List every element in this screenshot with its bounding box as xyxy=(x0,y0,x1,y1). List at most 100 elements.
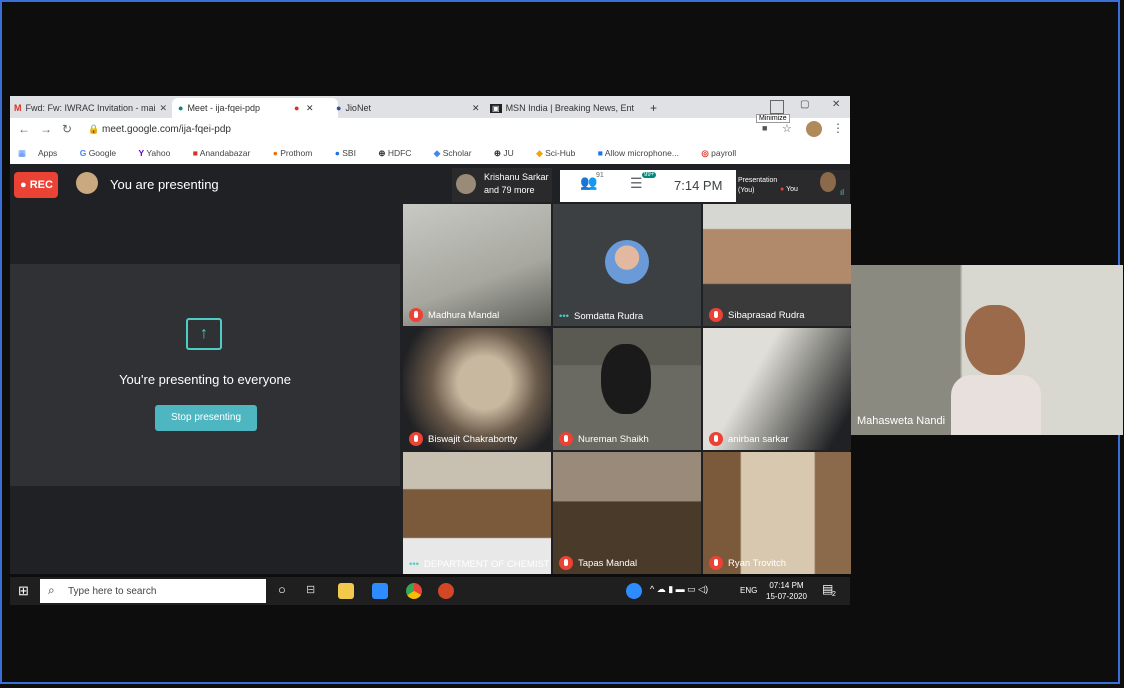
participant-name: Biswajit Chakrabortty xyxy=(428,433,518,445)
back-icon[interactable]: ← xyxy=(18,122,30,136)
profile-avatar[interactable] xyxy=(806,121,822,137)
mic-off-icon xyxy=(409,308,423,322)
bookmark-yahoo[interactable]: Y Yahoo xyxy=(138,148,180,158)
participant-tile[interactable]: Madhura Mandal xyxy=(403,204,551,326)
lock-icon: 🔒 xyxy=(88,124,100,134)
close-icon[interactable]: ✕ xyxy=(472,98,480,118)
tab-msn[interactable]: ▣ MSN India | Breaking News, Ent xyxy=(490,98,650,118)
meet-top-controls: 👥 91 ☰ 99+ 7:14 PM xyxy=(560,170,738,202)
bookmark-sbi[interactable]: ● SBI xyxy=(335,148,366,158)
tab-gmail[interactable]: M Fwd: Fw: IWRAC Invitation - mai ✕ xyxy=(14,98,169,118)
participant-tile[interactable]: ••• Somdatta Rudra xyxy=(553,204,701,326)
apps-grid-icon: ▦ xyxy=(18,148,27,158)
tab-meet[interactable]: ● Meet - ija-fqei-pdp ● ✕ xyxy=(172,98,338,118)
bookmark-prothom[interactable]: ● Prothom xyxy=(273,148,323,158)
cortana-icon[interactable]: ○ xyxy=(278,582,286,597)
participant-name: Ryan Trovitch xyxy=(728,557,787,569)
star-icon[interactable]: ☆ xyxy=(782,122,792,135)
windows-taskbar: ⊞ ⌕ Type here to search ○ ⊟ ^ ☁ ▮ ▬ ▭ ◁)… xyxy=(10,577,850,605)
participant-name: DEPARTMENT OF CHEMIST xyxy=(423,559,550,570)
participant-avatar xyxy=(456,174,476,194)
bookmark-scihub[interactable]: ◆ Sci-Hub xyxy=(536,148,585,158)
participant-name: Tapas Mandal xyxy=(578,557,638,569)
participant-name: anirban sarkar xyxy=(728,433,789,445)
bookmark-apps[interactable]: ▦ Apps xyxy=(18,148,67,158)
bookmark-payroll[interactable]: ◎ payroll xyxy=(701,148,746,158)
people-count: 91 xyxy=(596,172,604,179)
bookmark-anandabazar[interactable]: ■ Anandabazar xyxy=(193,148,261,158)
taskbar-search-box[interactable]: ⌕ Type here to search xyxy=(40,579,266,603)
speaker-body xyxy=(951,375,1041,435)
self-preview: Presentation (You) ● You ıl xyxy=(736,170,850,204)
url-field[interactable]: meet.google.com/ija-fqei-pdp xyxy=(102,124,231,135)
minimize-button[interactable] xyxy=(770,100,784,114)
bookmark-ju[interactable]: ⊕ JU xyxy=(494,148,524,158)
menu-icon[interactable]: ⋮ xyxy=(832,121,844,135)
participant-tile[interactable]: anirban sarkar xyxy=(703,328,851,450)
file-explorer-icon[interactable] xyxy=(338,583,354,599)
participant-name: Madhura Mandal xyxy=(428,309,500,321)
audio-level-icon: ıl xyxy=(840,188,844,197)
bookmark-hdfc[interactable]: ⊕ HDFC xyxy=(378,148,421,158)
zoom-icon[interactable] xyxy=(372,583,388,599)
powerpoint-icon[interactable] xyxy=(438,583,454,599)
meet-clock: 7:14 PM xyxy=(674,178,723,193)
presenting-label: You are presenting xyxy=(110,177,219,192)
participants-chip[interactable]: Krishanu Sarkar and 79 more xyxy=(452,168,552,202)
tray-icons[interactable]: ^ ☁ ▮ ▬ ▭ ◁) xyxy=(650,584,708,595)
mic-off-icon: ● xyxy=(780,186,785,193)
participant-name: Nureman Shaikh xyxy=(578,433,649,445)
close-icon[interactable]: ✕ xyxy=(160,103,168,113)
speaker-face xyxy=(965,305,1025,375)
mic-off-icon xyxy=(559,432,573,446)
speaker-name: Mahasweta Nandi xyxy=(857,415,946,427)
participant-tile[interactable]: Biswajit Chakrabortty xyxy=(403,328,551,450)
forward-icon[interactable]: → xyxy=(40,122,52,136)
bookmark-google[interactable]: G Google xyxy=(80,148,126,158)
taskbar-clock[interactable]: 07:14 PM 15-07-2020 xyxy=(766,580,807,602)
avatar xyxy=(605,240,649,284)
msn-icon: ▣ xyxy=(490,104,502,113)
speaking-dots-icon: ••• xyxy=(409,559,419,570)
bookmark-allow-microphone[interactable]: ■ Allow microphone... xyxy=(598,148,689,158)
close-icon[interactable]: ✕ xyxy=(306,98,314,118)
chat-badge: 99+ xyxy=(642,172,657,178)
chrome-icon[interactable] xyxy=(406,583,422,599)
stop-presenting-button[interactable]: Stop presenting xyxy=(155,405,257,431)
rec-badge: ● REC xyxy=(14,172,58,198)
zoom-tray-icon[interactable] xyxy=(626,583,642,599)
participant-tile[interactable]: Tapas Mandal xyxy=(553,452,701,574)
chat-icon[interactable]: ☰ xyxy=(630,175,643,192)
task-view-icon[interactable]: ⊟ xyxy=(306,583,315,596)
speaking-dots-icon: ••• xyxy=(559,311,569,322)
maximize-button[interactable]: ▢ xyxy=(800,99,809,110)
recording-dot-icon: ● xyxy=(294,103,300,113)
camera-icon[interactable]: ■ xyxy=(762,123,767,133)
participant-tile[interactable]: Nureman Shaikh xyxy=(553,328,701,450)
self-avatar xyxy=(820,172,836,192)
window-close-button[interactable]: ✕ xyxy=(832,99,840,110)
rec-dot-icon: ● xyxy=(20,179,27,191)
participant-name: Somdatta Rudra xyxy=(573,311,644,322)
tab-jionet[interactable]: ● JioNet ✕ xyxy=(336,98,486,118)
reload-icon[interactable]: ↻ xyxy=(62,122,72,136)
participant-tile[interactable]: ••• DEPARTMENT OF CHEMIST xyxy=(403,452,551,574)
jionet-icon: ● xyxy=(336,103,342,113)
participant-tile[interactable]: Ryan Trovitch xyxy=(703,452,851,574)
active-speaker-video[interactable]: Mahasweta Nandi xyxy=(851,265,1123,435)
participant-silhouette xyxy=(601,344,651,414)
bookmark-scholar[interactable]: ◆ Scholar xyxy=(434,148,482,158)
participant-tile[interactable]: Sibaprasad Rudra xyxy=(703,204,851,326)
windows-start-icon[interactable]: ⊞ xyxy=(18,583,29,599)
people-icon[interactable]: 👥 xyxy=(580,174,597,191)
new-tab-button[interactable]: + xyxy=(650,98,664,118)
participants-line1: Krishanu Sarkar xyxy=(484,172,549,182)
user-avatar xyxy=(76,172,98,194)
language-indicator[interactable]: ENG xyxy=(740,586,757,595)
present-upload-icon: ↑ xyxy=(186,318,222,350)
mic-off-icon xyxy=(709,556,723,570)
presentation-chip[interactable]: Presentation (You) xyxy=(738,176,777,196)
minimize-tooltip: Minimize xyxy=(756,114,790,123)
gmail-icon: M xyxy=(14,103,22,113)
mic-off-icon xyxy=(409,432,423,446)
